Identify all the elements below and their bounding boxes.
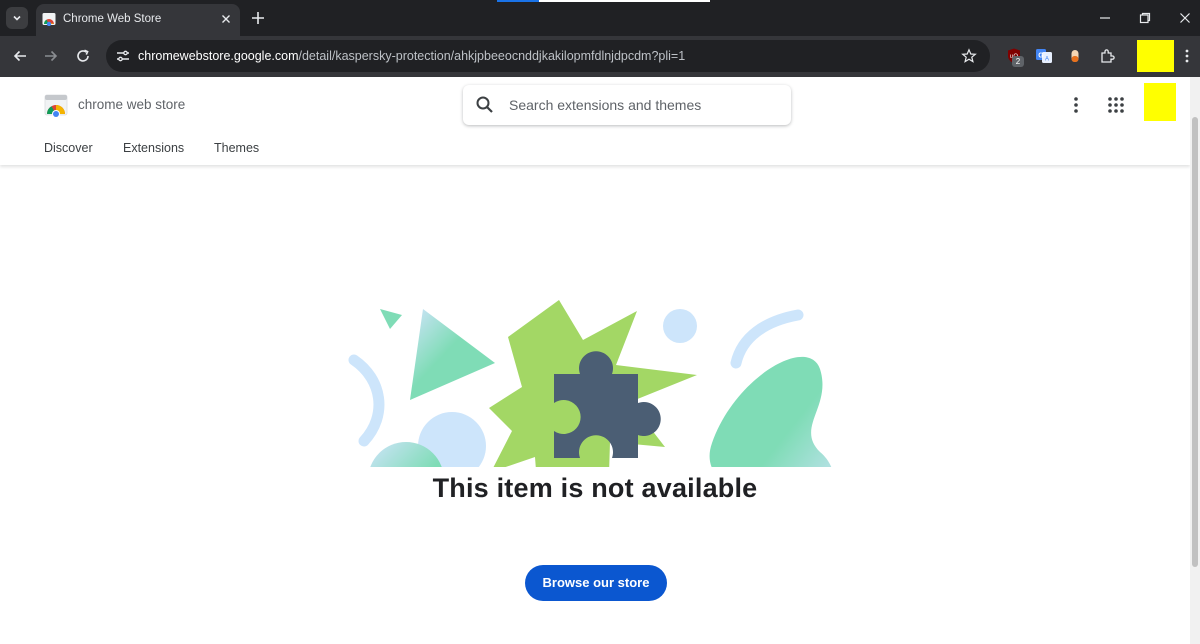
tab-themes[interactable]: Themes	[214, 141, 259, 155]
minimize-icon[interactable]	[1097, 10, 1113, 26]
browser-toolbar: chromewebstore.google.com/detail/kaspers…	[0, 36, 1200, 77]
translate-extension-icon[interactable]: GA	[1035, 47, 1053, 65]
search-box[interactable]	[463, 85, 791, 125]
scrollbar-thumb[interactable]	[1192, 117, 1198, 567]
address-bar[interactable]: chromewebstore.google.com/detail/kaspers…	[106, 40, 990, 72]
active-tab[interactable]: Chrome Web Store	[36, 4, 240, 36]
tab-discover[interactable]: Discover	[44, 141, 93, 155]
search-input[interactable]	[509, 85, 779, 125]
capsule-extension-icon[interactable]	[1066, 47, 1084, 65]
more-vert-icon[interactable]	[1066, 93, 1086, 117]
tune-icon[interactable]	[115, 48, 131, 64]
reload-icon[interactable]	[74, 47, 92, 65]
plus-icon[interactable]	[249, 9, 267, 27]
arrow-right-icon[interactable]	[42, 47, 60, 65]
extension-badge: 2	[1012, 56, 1024, 67]
chrome-web-store-favicon	[42, 13, 56, 26]
store-header: chrome web store Discover Extensions The…	[0, 77, 1190, 165]
store-name[interactable]: chrome web store	[78, 97, 185, 112]
chevron-down-icon	[13, 15, 21, 21]
not-available-message: This item is not available	[432, 473, 758, 503]
puzzle-icon[interactable]	[1098, 47, 1116, 65]
tab-extensions[interactable]: Extensions	[123, 141, 184, 155]
url-host: chromewebstore.google.com	[138, 49, 299, 63]
more-vert-icon[interactable]	[1180, 47, 1194, 65]
arrow-left-icon[interactable]	[11, 47, 29, 65]
svg-text:A: A	[1045, 57, 1049, 63]
page-scrollbar[interactable]	[1190, 77, 1200, 644]
not-available-illustration	[348, 300, 832, 467]
window-close-icon[interactable]	[1177, 10, 1193, 26]
redacted-account-avatar[interactable]	[1144, 83, 1176, 121]
web-page: chrome web store Discover Extensions The…	[0, 77, 1190, 644]
star-icon[interactable]	[961, 48, 977, 64]
search-icon	[476, 96, 493, 113]
chrome-web-store-logo[interactable]	[44, 93, 68, 117]
tab-hover-indicator	[497, 0, 710, 2]
apps-grid-icon[interactable]	[1106, 95, 1126, 115]
url-text: chromewebstore.google.com/detail/kaspers…	[138, 49, 685, 63]
svg-text:G: G	[1038, 53, 1044, 60]
url-path: /detail/kaspersky-protection/ahkjpbeeocn…	[298, 49, 686, 63]
browse-store-button[interactable]: Browse our store	[525, 565, 667, 601]
tab-strip: Chrome Web Store	[0, 0, 1200, 36]
tab-search-button[interactable]	[6, 7, 28, 29]
restore-icon[interactable]	[1137, 10, 1153, 26]
tab-title: Chrome Web Store	[63, 13, 162, 25]
redacted-profile-avatar[interactable]	[1137, 40, 1174, 72]
close-icon[interactable]	[219, 12, 233, 26]
